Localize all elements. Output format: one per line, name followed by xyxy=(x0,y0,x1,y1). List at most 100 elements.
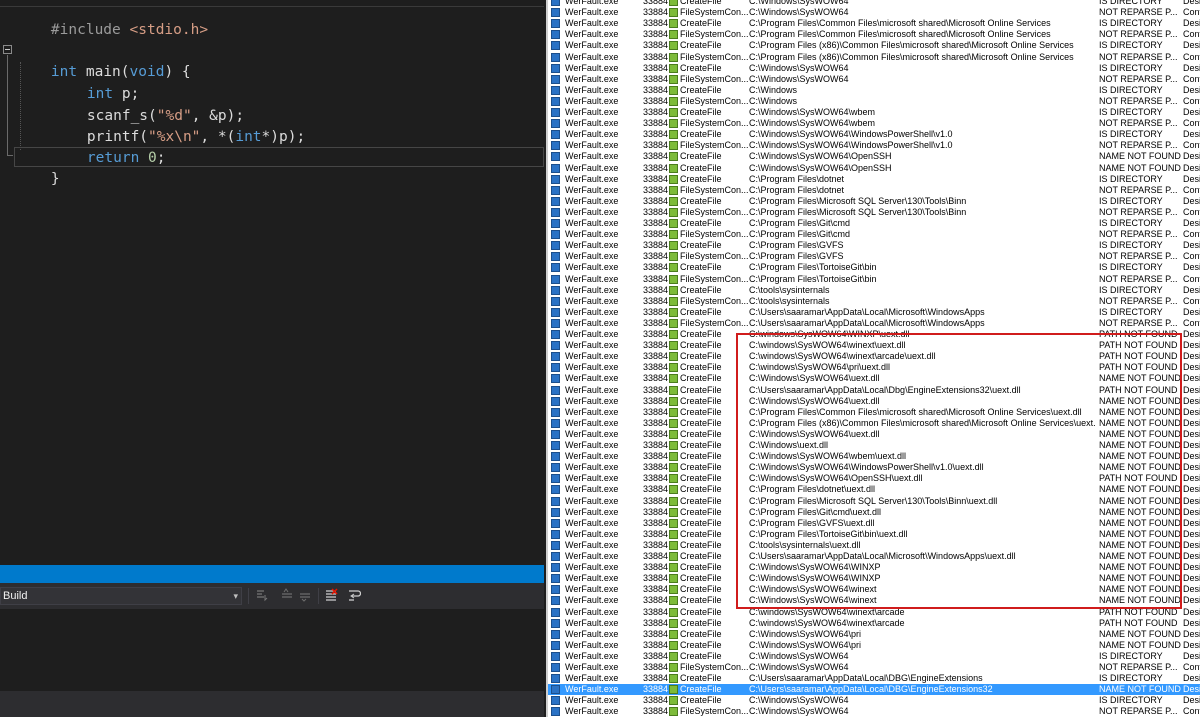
result-cell: NAME NOT FOUND xyxy=(1099,595,1181,606)
table-row[interactable]: WerFault.exe 33884 CreateFile C:\windows\Sy… xyxy=(548,329,1200,340)
table-row[interactable]: WerFault.exe 33884 CreateFile C:\Program Fi… xyxy=(548,18,1200,29)
process-name-cell: WerFault.exe xyxy=(565,384,619,395)
table-row[interactable]: WerFault.exe 33884 CreateFile C:\Windows\Sy… xyxy=(548,129,1200,140)
detail-cell: Desi xyxy=(1183,528,1200,539)
table-row[interactable]: WerFault.exe 33884 CreateFile C:\Program Fi… xyxy=(548,196,1200,207)
table-row[interactable]: WerFault.exe 33884 CreateFile C:\Windows\Sy… xyxy=(548,629,1200,640)
table-row[interactable]: WerFault.exe 33884 CreateFile C:\Program Fi… xyxy=(548,218,1200,229)
table-row[interactable]: WerFault.exe 33884 CreateFile C:\Users\saar… xyxy=(548,385,1200,396)
table-row[interactable]: WerFault.exe 33884 CreateFile C:\windows\Sy… xyxy=(548,607,1200,618)
table-row[interactable]: WerFault.exe 33884 CreateFile C:\Program Fi… xyxy=(548,507,1200,518)
fold-toggle-icon[interactable] xyxy=(3,45,12,54)
table-row[interactable]: WerFault.exe 33884 CreateFile C:\Windows\Sy… xyxy=(548,151,1200,162)
path-cell: C:\Users\saaramar\AppData\Local\Microsof… xyxy=(749,551,1016,561)
file-system-operation-icon xyxy=(669,174,678,184)
code-line-decl[interactable]: int p; xyxy=(52,61,139,102)
code-line-return[interactable]: return 0; xyxy=(52,125,166,166)
table-row[interactable]: WerFault.exe 33884 CreateFile C:\Windows\Sy… xyxy=(548,584,1200,595)
table-row[interactable]: WerFault.exe 33884 FileSystemCon... C:\Wind… xyxy=(548,140,1200,151)
table-row[interactable]: WerFault.exe 33884 FileSystemCon... C:\Wind… xyxy=(548,96,1200,107)
pid-cell: 33884 xyxy=(642,673,668,684)
table-row[interactable]: WerFault.exe 33884 CreateFile C:\Users\saar… xyxy=(548,307,1200,318)
process-icon xyxy=(551,685,560,695)
table-row[interactable]: WerFault.exe 33884 CreateFile C:\Windows\Sy… xyxy=(548,163,1200,174)
table-row[interactable]: WerFault.exe 33884 FileSystemCon... C:\Prog… xyxy=(548,29,1200,40)
detail-cell: Desi xyxy=(1183,451,1200,462)
table-row[interactable]: WerFault.exe 33884 CreateFile C:\Windows\Sy… xyxy=(548,373,1200,384)
table-row[interactable]: WerFault.exe 33884 CreateFile C:\Windows\ue… xyxy=(548,440,1200,451)
table-row[interactable]: WerFault.exe 33884 CreateFile C:\Windows\Sy… xyxy=(548,63,1200,74)
toggle-word-wrap-icon[interactable] xyxy=(346,588,362,604)
process-name-cell: WerFault.exe xyxy=(565,395,619,406)
table-row[interactable]: WerFault.exe 33884 CreateFile C:\windows\Sy… xyxy=(548,351,1200,362)
table-row[interactable]: WerFault.exe 33884 FileSystemCon... C:\Wind… xyxy=(548,706,1200,717)
table-row[interactable]: WerFault.exe 33884 CreateFile C:\Program Fi… xyxy=(548,40,1200,51)
table-row[interactable]: WerFault.exe 33884 CreateFile C:\Windows\Sy… xyxy=(548,396,1200,407)
table-row[interactable]: WerFault.exe 33884 CreateFile C:\windows\Sy… xyxy=(548,618,1200,629)
table-row[interactable]: WerFault.exe 33884 CreateFile C:\Windows\Sy… xyxy=(548,473,1200,484)
go-to-next-message-icon[interactable] xyxy=(297,588,313,604)
table-row[interactable]: WerFault.exe 33884 CreateFile C:\Program Fi… xyxy=(548,518,1200,529)
table-row[interactable]: WerFault.exe 33884 FileSystemCon... C:\Wind… xyxy=(548,74,1200,85)
table-row[interactable]: WerFault.exe 33884 FileSystemCon... C:\Prog… xyxy=(548,274,1200,285)
code-editor[interactable]: #include <stdio.h> int main(void) { int … xyxy=(0,0,544,717)
procmon-event-list[interactable]: WerFault.exe 33884 CreateFile C:\Windows\Sy… xyxy=(546,0,1200,717)
go-to-previous-message-icon[interactable] xyxy=(279,588,295,604)
table-row[interactable]: WerFault.exe 33884 CreateFile C:\Windows\Sy… xyxy=(548,640,1200,651)
table-row[interactable]: WerFault.exe 33884 CreateFile C:\windows\Sy… xyxy=(548,340,1200,351)
process-name-cell: WerFault.exe xyxy=(565,29,619,40)
table-row[interactable]: WerFault.exe 33884 CreateFile C:\Windows\Sy… xyxy=(548,462,1200,473)
table-row[interactable]: WerFault.exe 33884 CreateFile C:\Windows\Sy… xyxy=(548,451,1200,462)
table-row[interactable]: WerFault.exe 33884 FileSystemCon... C:\Wind… xyxy=(548,7,1200,18)
table-row[interactable]: WerFault.exe 33884 CreateFile C:\Program Fi… xyxy=(548,240,1200,251)
path-cell: C:\tools\sysinternals xyxy=(749,284,830,295)
table-row[interactable]: WerFault.exe 33884 CreateFile C:\Windows\Sy… xyxy=(548,651,1200,662)
table-row[interactable]: WerFault.exe 33884 CreateFile C:\Program Fi… xyxy=(548,407,1200,418)
table-row[interactable]: WerFault.exe 33884 CreateFile C:\Windows\Sy… xyxy=(548,429,1200,440)
table-row[interactable]: WerFault.exe 33884 FileSystemCon... C:\Prog… xyxy=(548,185,1200,196)
table-row[interactable]: WerFault.exe 33884 CreateFile C:\Windows IS … xyxy=(548,85,1200,96)
table-row[interactable]: WerFault.exe 33884 CreateFile C:\Users\saar… xyxy=(548,551,1200,562)
pid-cell: 33884 xyxy=(642,151,668,162)
code-line-scanf[interactable]: scanf_s("%d", &p); xyxy=(52,83,244,124)
find-message-icon[interactable] xyxy=(254,588,270,604)
table-row[interactable]: WerFault.exe 33884 CreateFile C:\Program Fi… xyxy=(548,529,1200,540)
code-line-printf[interactable]: printf("%x\n", *(int*)p); xyxy=(52,104,305,145)
table-row[interactable]: WerFault.exe 33884 CreateFile C:\Program Fi… xyxy=(548,174,1200,185)
code-line-main[interactable]: int main(void) { xyxy=(16,39,191,80)
table-row[interactable]: WerFault.exe 33884 CreateFile C:\Program Fi… xyxy=(548,484,1200,495)
table-row[interactable]: WerFault.exe 33884 FileSystemCon... C:\Prog… xyxy=(548,229,1200,240)
table-row-selected[interactable]: WerFault.exe 33884 CreateFile C:\Users\saar… xyxy=(548,684,1200,696)
table-row[interactable]: WerFault.exe 33884 CreateFile C:\Program Fi… xyxy=(548,496,1200,507)
table-row[interactable]: WerFault.exe 33884 CreateFile C:\windows\Sy… xyxy=(548,362,1200,373)
detail-cell: Desi xyxy=(1183,495,1200,506)
table-row[interactable]: WerFault.exe 33884 FileSystemCon... C:\tool… xyxy=(548,296,1200,307)
clear-all-icon[interactable] xyxy=(323,588,339,604)
table-row[interactable]: WerFault.exe 33884 CreateFile C:\Windows\Sy… xyxy=(548,562,1200,573)
detail-cell: Desi xyxy=(1183,695,1200,706)
code-line-include[interactable]: #include <stdio.h> xyxy=(16,0,208,38)
result-cell: IS DIRECTORY xyxy=(1099,0,1163,6)
table-row[interactable]: WerFault.exe 33884 CreateFile C:\Windows\Sy… xyxy=(548,573,1200,584)
table-row[interactable]: WerFault.exe 33884 FileSystemCon... C:\Prog… xyxy=(548,52,1200,63)
table-row[interactable]: WerFault.exe 33884 CreateFile C:\Users\saar… xyxy=(548,673,1200,684)
table-row[interactable]: WerFault.exe 33884 CreateFile C:\Program Fi… xyxy=(548,418,1200,429)
table-row[interactable]: WerFault.exe 33884 CreateFile C:\tools\sysi… xyxy=(548,285,1200,296)
path-cell: C:\Windows\SysWOW64\WindowsPowerShell\v1… xyxy=(749,140,953,151)
table-row[interactable]: WerFault.exe 33884 CreateFile C:\Windows\Sy… xyxy=(548,695,1200,706)
table-row[interactable]: WerFault.exe 33884 CreateFile C:\Windows\Sy… xyxy=(548,107,1200,118)
table-row[interactable]: WerFault.exe 33884 FileSystemCon... C:\Wind… xyxy=(548,118,1200,129)
output-source-dropdown[interactable]: Build ▾ xyxy=(0,587,242,605)
output-text-area[interactable] xyxy=(0,609,544,691)
table-row[interactable]: WerFault.exe 33884 CreateFile C:\Program Fi… xyxy=(548,262,1200,273)
operation-cell: CreateFile xyxy=(680,306,722,317)
table-row[interactable]: WerFault.exe 33884 CreateFile C:\Windows\Sy… xyxy=(548,595,1200,606)
code-line-close[interactable]: } xyxy=(16,146,60,187)
table-row[interactable]: WerFault.exe 33884 FileSystemCon... C:\Prog… xyxy=(548,251,1200,262)
table-row[interactable]: WerFault.exe 33884 CreateFile C:\Windows\Sy… xyxy=(548,0,1200,7)
table-row[interactable]: WerFault.exe 33884 FileSystemCon... C:\User… xyxy=(548,318,1200,329)
table-row[interactable]: WerFault.exe 33884 FileSystemCon... C:\Wind… xyxy=(548,662,1200,673)
table-row[interactable]: WerFault.exe 33884 CreateFile C:\tools\sysi… xyxy=(548,540,1200,551)
table-row[interactable]: WerFault.exe 33884 FileSystemCon... C:\Prog… xyxy=(548,207,1200,218)
pid-cell: 33884 xyxy=(642,606,668,617)
